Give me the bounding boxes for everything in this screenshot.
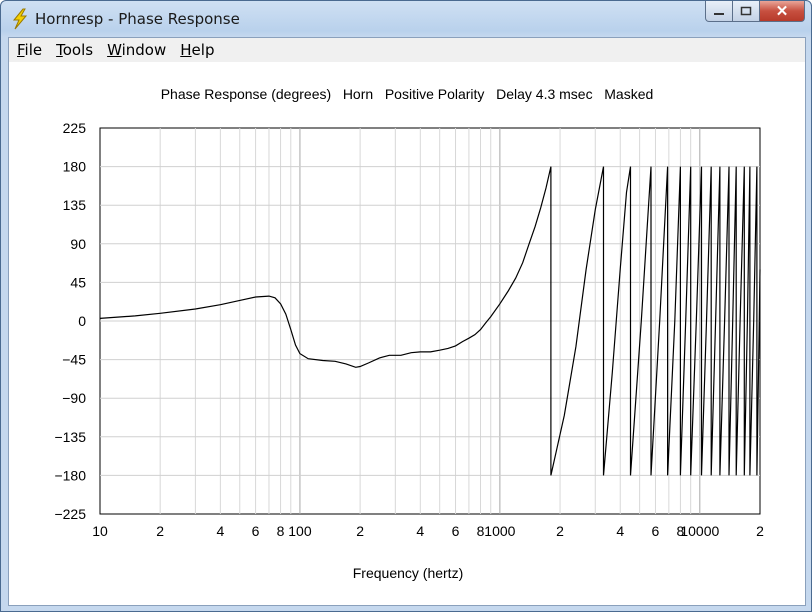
minimize-icon [714, 13, 724, 15]
x-tick-label-4: 8 [277, 523, 285, 539]
x-tick-label-12: 4 [616, 523, 624, 539]
x-tick-label-5: 100 [288, 523, 312, 539]
lightning-bolt-icon [12, 8, 28, 30]
maximize-icon [740, 6, 752, 16]
minimize-button[interactable] [705, 1, 733, 22]
y-tick-label-6: −45 [62, 352, 86, 368]
x-tick-label-7: 4 [416, 523, 424, 539]
y-tick-label-4: 45 [70, 274, 86, 290]
window-title: Hornresp - Phase Response [35, 10, 240, 28]
y-tick-label-3: 90 [70, 236, 86, 252]
app-window: Hornresp - Phase Response ✕ File Tools W… [0, 0, 812, 612]
x-tick-label-16: 2 [756, 523, 764, 539]
menu-help[interactable]: Help [180, 41, 214, 59]
y-tick-label-2: 135 [63, 197, 87, 213]
phase-response-chart: 22518013590450−45−90−135−180−225 10 2 4 6 8 1… [54, 120, 764, 581]
x-tick-label-10: 1000 [484, 523, 515, 539]
x-tick-label-8: 6 [452, 523, 460, 539]
close-icon: ✕ [775, 3, 789, 20]
y-tick-label-7: −90 [62, 390, 86, 406]
y-tick-label-8: −135 [54, 429, 86, 445]
y-tick-label-9: −180 [54, 467, 86, 483]
maximize-button[interactable] [733, 1, 760, 22]
y-tick-label-5: 0 [78, 313, 86, 329]
menu-file[interactable]: File [17, 41, 42, 59]
y-tick-label-1: 180 [63, 159, 87, 175]
x-tick-label-1: 2 [156, 523, 164, 539]
x-axis-labels: 10 2 4 6 8 100 2 4 6 8 1000 2 4 6 810000 2 [92, 523, 764, 539]
x-tick-label-13: 6 [652, 523, 660, 539]
x-tick-label-11: 2 [556, 523, 564, 539]
y-tick-label-10: −225 [54, 506, 86, 522]
menu-tools[interactable]: Tools [56, 41, 93, 59]
menu-bar: File Tools Window Help [9, 38, 805, 62]
x-tick-label-2: 4 [216, 523, 224, 539]
x-tick-label-6: 2 [356, 523, 364, 539]
x-axis-title: Frequency (hertz) [353, 565, 463, 581]
y-axis-labels: 225 180 135 90 45 0 −45 −90 −135 −180 −225 [54, 120, 86, 522]
x-tick-label-0: 10 [92, 523, 108, 539]
y-tick-label-0: 225 [63, 120, 87, 136]
x-tick-label-3: 6 [252, 523, 260, 539]
x-tick-label-15: 10000 [680, 523, 719, 539]
close-button[interactable]: ✕ [760, 1, 805, 22]
client-area: File Tools Window Help Phase Response (d… [8, 37, 806, 606]
title-bar[interactable]: Hornresp - Phase Response ✕ [1, 1, 811, 37]
menu-window[interactable]: Window [107, 41, 166, 59]
